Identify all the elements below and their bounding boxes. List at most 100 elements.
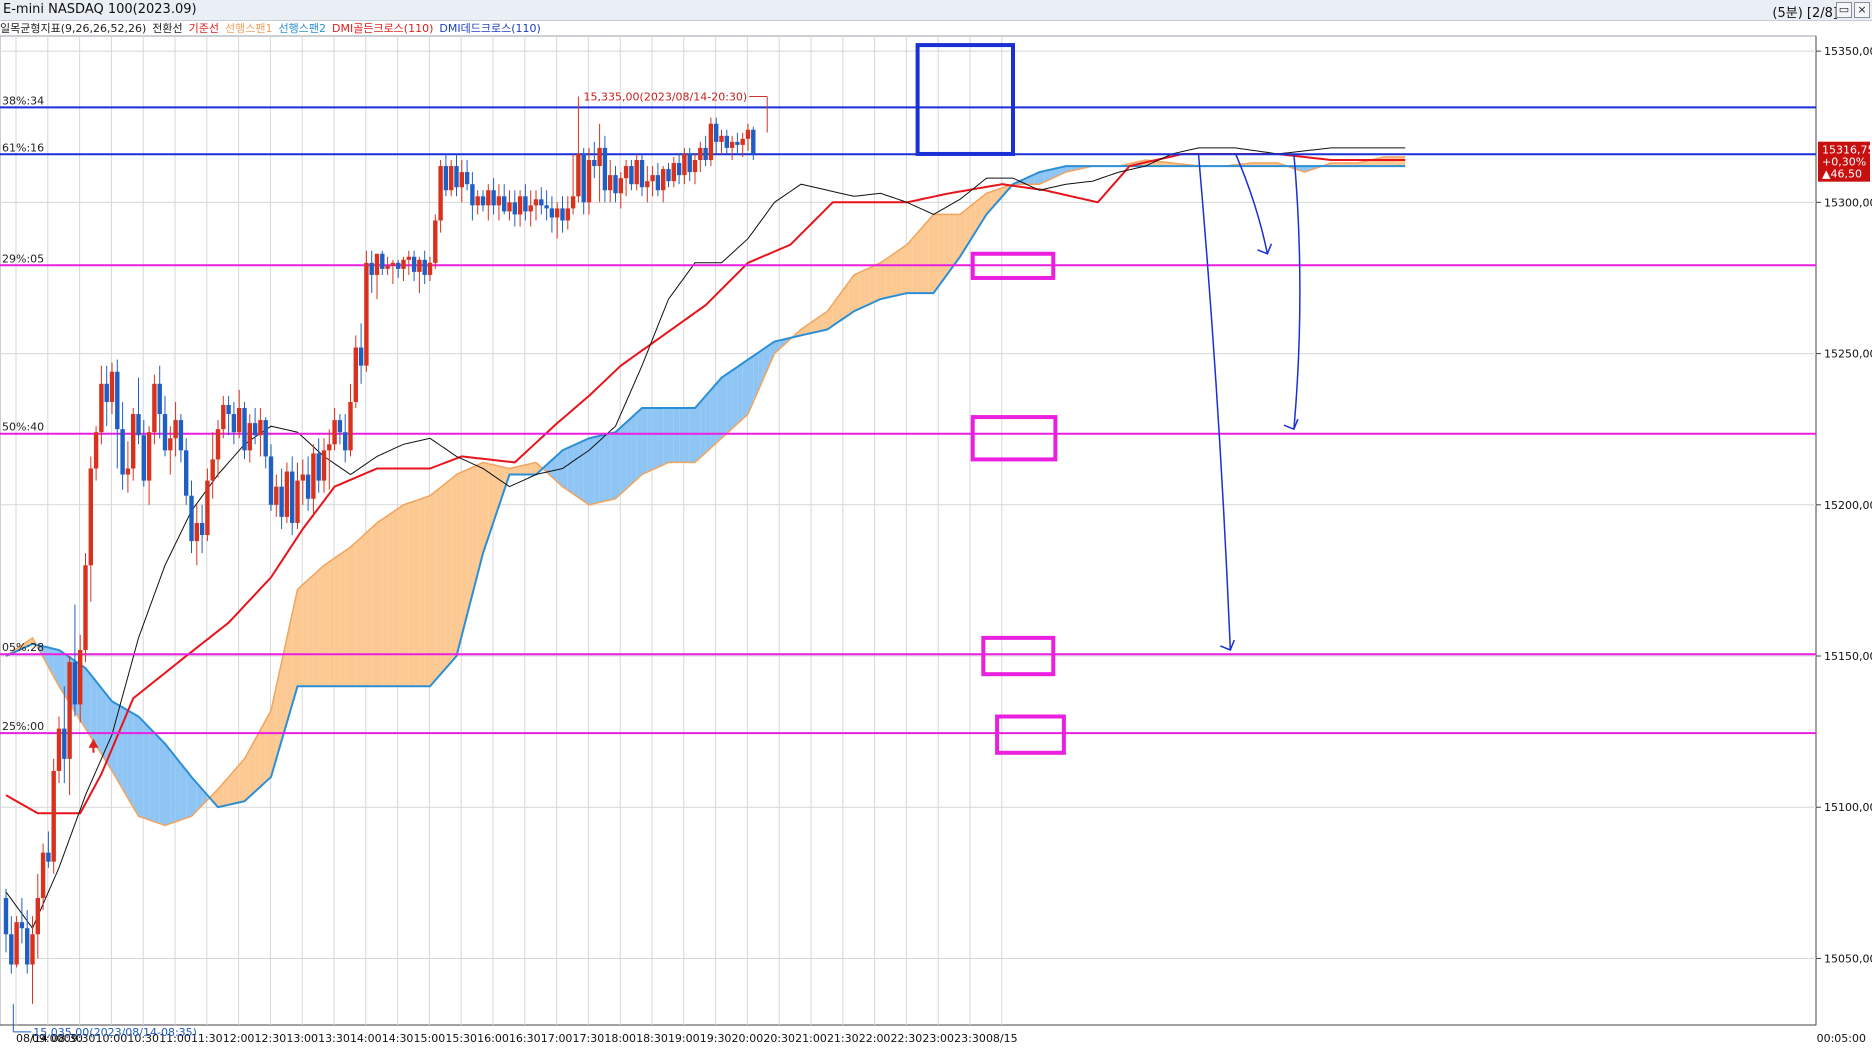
x-tick-label: 18:00 xyxy=(604,1032,636,1045)
x-tick-label: 21:00 xyxy=(795,1032,827,1045)
candle-body xyxy=(411,256,417,272)
candle-body xyxy=(374,253,380,275)
candle-body xyxy=(608,175,613,191)
candle-body xyxy=(348,401,353,451)
candle-body xyxy=(549,208,555,218)
y-tick-label: 15300,00 xyxy=(1824,196,1872,209)
candle-body xyxy=(454,166,459,188)
candle-body xyxy=(735,141,740,145)
candle-body xyxy=(459,172,464,188)
candle-body xyxy=(258,420,263,436)
cloud-segment xyxy=(949,214,955,272)
cloud-segment xyxy=(891,251,897,297)
cloud-segment xyxy=(339,550,346,687)
cloud-segment xyxy=(599,434,605,503)
candle-body xyxy=(417,259,422,272)
cloud-segment xyxy=(180,763,187,820)
x-tick-label: 22:00 xyxy=(859,1032,891,1045)
cloud-segment xyxy=(610,432,616,500)
y-tick-label: 15050,00 xyxy=(1824,952,1872,965)
cloud-segment xyxy=(154,732,160,824)
x-tick-label: 19:30 xyxy=(700,1032,732,1045)
cloud-segment xyxy=(403,502,409,687)
candle-body xyxy=(401,259,406,269)
candle-body xyxy=(194,522,199,542)
cloud-segment xyxy=(864,267,870,307)
candle-body xyxy=(290,471,295,523)
candle-body xyxy=(83,565,88,650)
candle-body xyxy=(613,175,618,194)
candle-body xyxy=(305,474,311,499)
candlestick-chart[interactable]: 15050,00 15100,00 15150,00 15200,00 15250,00… xyxy=(0,0,1872,1048)
candle-body xyxy=(252,423,258,436)
cloud-segment xyxy=(933,214,939,294)
x-tick-label: 08/15 xyxy=(986,1032,1018,1045)
candle-body xyxy=(120,429,125,475)
cloud-segment xyxy=(657,408,664,468)
candle-body xyxy=(242,408,247,451)
cloud-segment xyxy=(408,501,415,687)
candle-body xyxy=(655,175,661,191)
cloud-segment xyxy=(721,374,727,439)
cloud-segment xyxy=(419,497,425,687)
cloud-segment xyxy=(742,359,748,419)
candle-body xyxy=(136,414,141,436)
candle-body xyxy=(443,166,449,191)
cloud-segment xyxy=(689,408,695,463)
cloud-segment xyxy=(345,547,351,687)
candle-body xyxy=(703,147,708,161)
candle-body xyxy=(533,199,539,206)
cloud-segment xyxy=(726,370,733,434)
cloud-segment xyxy=(922,220,929,294)
candle-body xyxy=(517,196,523,215)
cloud-segment xyxy=(854,272,860,312)
candle-body xyxy=(385,265,390,269)
cloud-segment xyxy=(912,232,918,294)
cloud-segment xyxy=(265,710,271,782)
y-tick-label: 15250,00 xyxy=(1824,348,1872,361)
candle-body xyxy=(9,934,14,965)
candle-body xyxy=(72,662,78,705)
cloud-segment xyxy=(127,710,134,808)
candle-body xyxy=(146,432,152,481)
candle-body xyxy=(284,471,290,517)
x-tick-label: 23:30 xyxy=(954,1032,986,1045)
candle-body xyxy=(629,166,634,185)
candle-body xyxy=(25,928,30,965)
candle-body xyxy=(396,262,401,269)
plot-area xyxy=(0,35,1817,1026)
candle-body xyxy=(237,408,242,433)
cloud-segment xyxy=(101,688,107,763)
cloud-segment xyxy=(583,438,589,505)
cloud-segment xyxy=(1394,156,1400,167)
x-tick-label: 22:30 xyxy=(891,1032,923,1045)
cloud-segment xyxy=(594,435,600,504)
candle-body xyxy=(152,383,157,433)
cloud-segment xyxy=(615,427,621,499)
candle-body xyxy=(30,934,35,965)
candle-body xyxy=(274,486,279,505)
candle-body xyxy=(650,175,655,182)
candle-body xyxy=(199,522,205,536)
cloud-segment xyxy=(324,561,330,687)
candle-body xyxy=(300,474,305,481)
candle-body xyxy=(634,160,639,185)
candle-body xyxy=(745,129,751,139)
cloud-segment xyxy=(732,366,738,429)
cloud-segment xyxy=(1389,156,1395,167)
candle-body xyxy=(46,852,51,862)
candle-body xyxy=(205,480,210,536)
candle-body xyxy=(380,253,385,269)
candle-body xyxy=(555,208,560,218)
y-tick-label: 15150,00 xyxy=(1824,650,1872,663)
candle-body xyxy=(512,202,517,215)
cloud-segment xyxy=(430,491,436,687)
candle-body xyxy=(570,196,576,209)
candle-body xyxy=(464,172,470,185)
candle-body xyxy=(263,420,268,457)
cloud-segment xyxy=(313,570,319,687)
cloud-segment xyxy=(1384,156,1390,167)
cloud-segment xyxy=(175,757,181,822)
cloud-segment xyxy=(589,437,595,505)
cloud-segment xyxy=(302,579,309,687)
